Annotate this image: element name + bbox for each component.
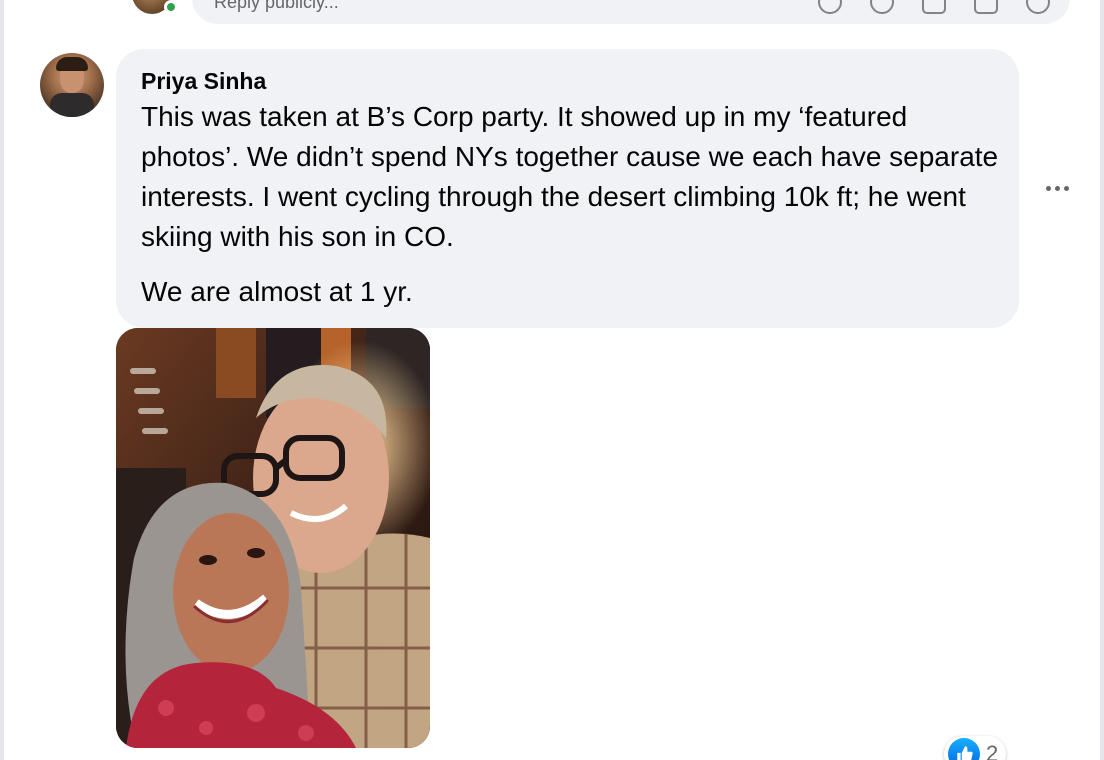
online-status-icon: [164, 0, 178, 14]
sticker-icon[interactable]: [974, 0, 998, 14]
comment-author[interactable]: Priya Sinha: [141, 68, 266, 95]
emoji-icon[interactable]: [818, 0, 842, 14]
comment-photo[interactable]: [116, 328, 430, 748]
reply-input[interactable]: Reply publicly...: [192, 0, 1070, 24]
composer-actions: [818, 0, 1050, 14]
reaction-summary[interactable]: 2: [944, 736, 1007, 760]
comment-text: This was taken at B’s Corp party. It sho…: [141, 101, 999, 252]
like-reaction-icon: [948, 738, 980, 760]
send-icon[interactable]: [1026, 0, 1050, 14]
gif-icon[interactable]: [922, 0, 946, 14]
reply-placeholder: Reply publicly...: [214, 0, 339, 12]
reaction-count: 2: [986, 741, 999, 760]
comment-bubble: Priya Sinha This was taken at B’s Corp p…: [116, 49, 1019, 328]
more-options-icon[interactable]: [1040, 178, 1074, 198]
comment-thread: Reply publicly... Priya Sinha This was t…: [0, 0, 1104, 760]
camera-icon[interactable]: [870, 0, 894, 14]
comment-text-second-paragraph: We are almost at 1 yr.: [141, 276, 413, 307]
commenter-avatar[interactable]: [40, 53, 104, 117]
